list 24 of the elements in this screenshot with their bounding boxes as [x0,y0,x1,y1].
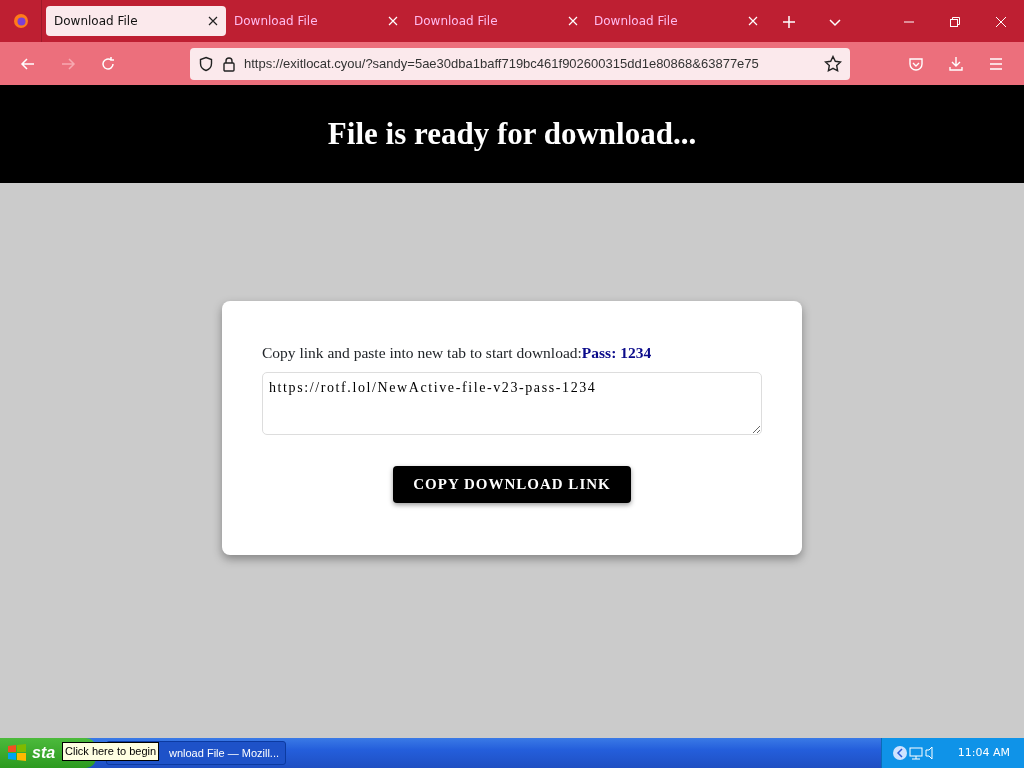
reload-icon[interactable] [100,55,116,72]
shield-icon[interactable] [198,55,214,72]
copy-link-button[interactable]: COPY DOWNLOAD LINK [393,466,631,503]
browser-tab[interactable]: Download File [226,6,406,36]
browser-tab[interactable]: Download File [46,6,226,36]
close-tab-icon[interactable] [208,16,218,26]
pocket-icon[interactable] [908,55,924,72]
clock: 11:04 AM [957,744,1010,761]
page-heading: File is ready for download... [327,115,697,153]
url-text: https://exitlocat.cyou/?sandy=5ae30dba1baff719bc461f902600315dd1e80868&63877e75 [244,54,760,73]
restore-icon[interactable] [949,15,961,28]
back-icon[interactable] [20,55,36,72]
tooltip: Click here to begin [62,742,160,761]
instruction-text: Copy link and paste into new tab to start download:Pass: 1234 [262,343,652,363]
download-link-field[interactable]: https://rotf.lol/NewActive-file-v23-pass-1234 [262,372,762,436]
new-tab-icon[interactable] [782,14,796,29]
address-bar[interactable]: https://exitlocat.cyou/?sandy=5ae30dba1baff719bc461f902600315dd1e80868&63877e75 [190,47,850,80]
browser-tab[interactable]: Download File [586,6,766,36]
downloads-icon[interactable] [948,55,964,72]
windows-logo-icon [6,743,28,763]
lock-icon[interactable] [222,55,236,72]
close-window-icon[interactable] [995,15,1007,28]
browser-tab[interactable]: Download File [406,6,586,36]
bookmark-star-icon[interactable] [824,54,842,73]
